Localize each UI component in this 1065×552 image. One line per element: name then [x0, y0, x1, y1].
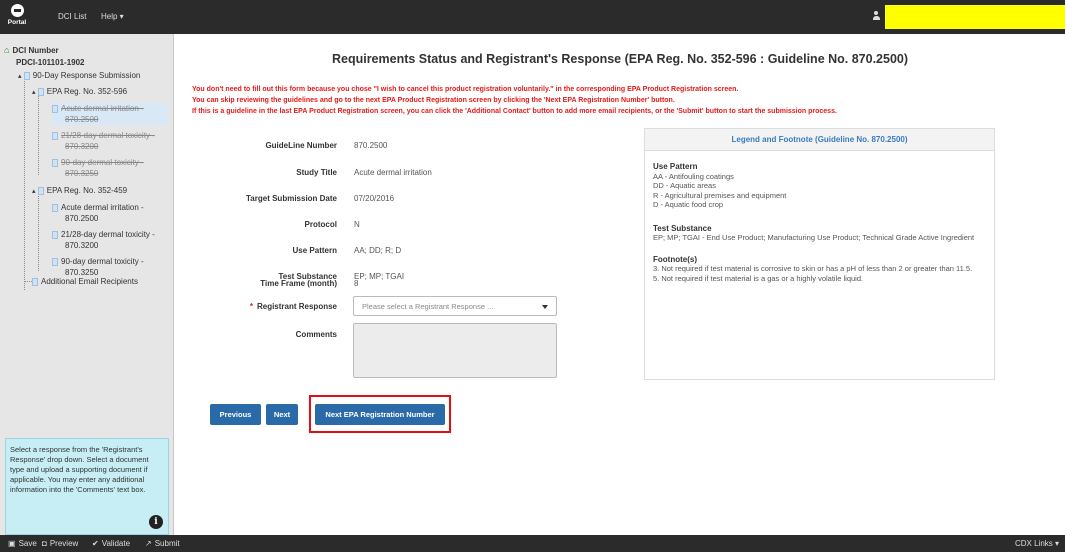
test-substance-value: EP; MP; TGAI — [354, 272, 405, 281]
use-pattern-item: DD - Aquatic areas — [653, 181, 716, 190]
chevron-down-icon — [542, 305, 548, 309]
target-date-label: Target Submission Date — [246, 194, 337, 203]
user-icon[interactable] — [872, 11, 880, 21]
document-icon — [37, 87, 44, 96]
warning-line-2: You can skip reviewing the guidelines an… — [192, 97, 675, 104]
next-epa-registration-button[interactable]: Next EPA Registration Number — [315, 404, 445, 425]
test-substance-text: EP; MP; TGAI - End Use Product; Manufact… — [653, 233, 975, 242]
footnotes-heading: Footnote(s) — [653, 254, 697, 264]
tree-root-dci-number[interactable]: ⌂ DCI Number — [4, 45, 59, 56]
previous-button[interactable]: Previous — [210, 404, 261, 425]
home-icon: ⌂ — [4, 45, 10, 55]
validate-button[interactable]: ✔ Validate — [92, 539, 130, 548]
footnote-item: 5. Not required if test material is a ga… — [653, 273, 864, 283]
dci-tree: ⌂ DCI Number PDCI-101101-1902 ▴ 90-Day Re… — [0, 34, 174, 440]
document-icon — [52, 203, 58, 212]
main-content: Requirements Status and Registrant's Res… — [175, 34, 1065, 535]
registrant-response-label: * Registrant Response — [249, 302, 337, 311]
document-icon — [23, 71, 30, 80]
tree-item-21-28-dermal-1[interactable]: 21/28-day dermal toxicity - — [52, 131, 155, 141]
camera-icon: ◘ — [42, 539, 47, 548]
portal-logo-icon — [10, 4, 24, 17]
submit-button[interactable]: ↗ Submit — [145, 539, 180, 548]
tree-item-guideline[interactable]: 870.3200 — [65, 241, 98, 251]
study-title-label: Study Title — [296, 168, 337, 177]
nav-help-menu[interactable]: Help ▾ — [101, 12, 124, 21]
sidebar: ⌂ DCI Number PDCI-101101-1902 ▴ 90-Day Re… — [0, 34, 174, 535]
document-icon — [52, 131, 58, 140]
warning-line-1: You don't need to fill out this form bec… — [192, 86, 739, 93]
comments-textarea[interactable] — [353, 323, 557, 378]
protocol-label: Protocol — [304, 220, 337, 229]
tree-item-guideline[interactable]: 870.3200 — [65, 142, 98, 152]
guideline-number-label: GuideLine Number — [265, 141, 337, 150]
page-title: Requirements Status and Registrant's Res… — [331, 52, 909, 66]
footnote-item: 3. Not required if test material is corr… — [653, 264, 973, 273]
tree-reg-352-596[interactable]: ▴ EPA Reg. No. 352-596 — [32, 87, 127, 98]
use-pattern-item: D - Aquatic food crop — [653, 200, 724, 209]
tree-item-acute-dermal-1[interactable]: Acute dermal irritation - — [52, 104, 144, 114]
collapse-icon[interactable]: ▴ — [32, 188, 36, 195]
test-substance-heading: Test Substance — [653, 223, 712, 233]
tree-item-guideline[interactable]: 870.2500 — [65, 115, 98, 125]
tree-dci-id: PDCI-101101-1902 — [16, 58, 85, 67]
top-navbar: Portal DCI List Help ▾ — [0, 0, 1065, 34]
legend-panel: Legend and Footnote (Guideline No. 870.2… — [644, 128, 995, 380]
document-icon — [52, 158, 58, 167]
registrant-response-select[interactable]: Please select a Registrant Response ... — [353, 296, 557, 316]
required-asterisk: * — [249, 302, 253, 311]
collapse-icon[interactable]: ▴ — [32, 89, 36, 96]
tree-90-day-submission[interactable]: ▴ 90-Day Response Submission — [18, 71, 140, 82]
study-title-value: Acute dermal irritation — [354, 168, 432, 177]
time-frame-value: 8 — [354, 279, 359, 288]
nav-dci-list[interactable]: DCI List — [58, 12, 86, 21]
tree-additional-email-recipients[interactable]: Additional Email Recipients — [32, 277, 138, 287]
info-icon[interactable]: i — [149, 515, 163, 529]
use-pattern-item: R - Agricultural premises and equipment — [653, 190, 787, 200]
cdx-links-menu[interactable]: CDX Links ▾ — [1015, 539, 1059, 548]
use-pattern-item: AA - Antifouling coatings — [653, 171, 734, 181]
document-icon — [37, 186, 44, 195]
tree-reg-352-459[interactable]: ▴ EPA Reg. No. 352-459 — [32, 186, 127, 197]
bottom-toolbar: ▣ Save ◘ Preview ✔ Validate ↗ Submit CDX Lin… — [0, 535, 1065, 552]
help-box: Select a response from the 'Registrant's… — [5, 438, 169, 535]
document-icon — [52, 104, 58, 113]
document-icon — [32, 277, 38, 286]
guideline-number-value: 870.2500 — [354, 141, 388, 150]
time-frame-label: Time Frame (month) — [260, 279, 337, 288]
preview-button[interactable]: ◘ Preview — [42, 539, 78, 548]
portal-logo[interactable]: Portal — [6, 3, 28, 31]
share-icon: ↗ — [145, 539, 152, 548]
use-pattern-value: AA; DD; R; D — [354, 246, 402, 255]
warning-line-3: If this is a guideline in the last EPA P… — [192, 108, 837, 115]
tree-item-acute-dermal-2[interactable]: Acute dermal irritation - — [52, 203, 144, 213]
tree-item-guideline[interactable]: 870.3250 — [65, 169, 98, 179]
document-icon — [52, 230, 58, 239]
comments-label: Comments — [295, 330, 337, 339]
floppy-icon: ▣ — [8, 539, 16, 548]
registrant-response-placeholder: Please select a Registrant Response ... — [362, 302, 494, 311]
legend-header: Legend and Footnote (Guideline No. 870.2… — [645, 129, 994, 151]
target-date-value: 07/20/2016 — [354, 194, 395, 203]
use-pattern-heading: Use Pattern — [653, 162, 698, 171]
help-text: Select a response from the 'Registrant's… — [10, 445, 149, 494]
tree-item-90-day-dermal-2[interactable]: 90-day dermal toxicity - — [52, 257, 144, 267]
protocol-value: N — [354, 220, 360, 229]
check-icon: ✔ — [92, 539, 99, 548]
user-name-redacted[interactable] — [885, 5, 1065, 29]
tree-item-21-28-dermal-2[interactable]: 21/28-day dermal toxicity - — [52, 230, 155, 240]
portal-logo-text: Portal — [7, 19, 27, 26]
collapse-icon[interactable]: ▴ — [18, 73, 22, 80]
use-pattern-label: Use Pattern — [292, 246, 337, 255]
tree-item-guideline[interactable]: 870.2500 — [65, 214, 98, 224]
next-button[interactable]: Next — [266, 404, 298, 425]
save-button[interactable]: ▣ Save — [8, 539, 37, 548]
document-icon — [52, 257, 58, 266]
tree-item-90-day-dermal-1[interactable]: 90-day dermal toxicity - — [52, 158, 144, 168]
